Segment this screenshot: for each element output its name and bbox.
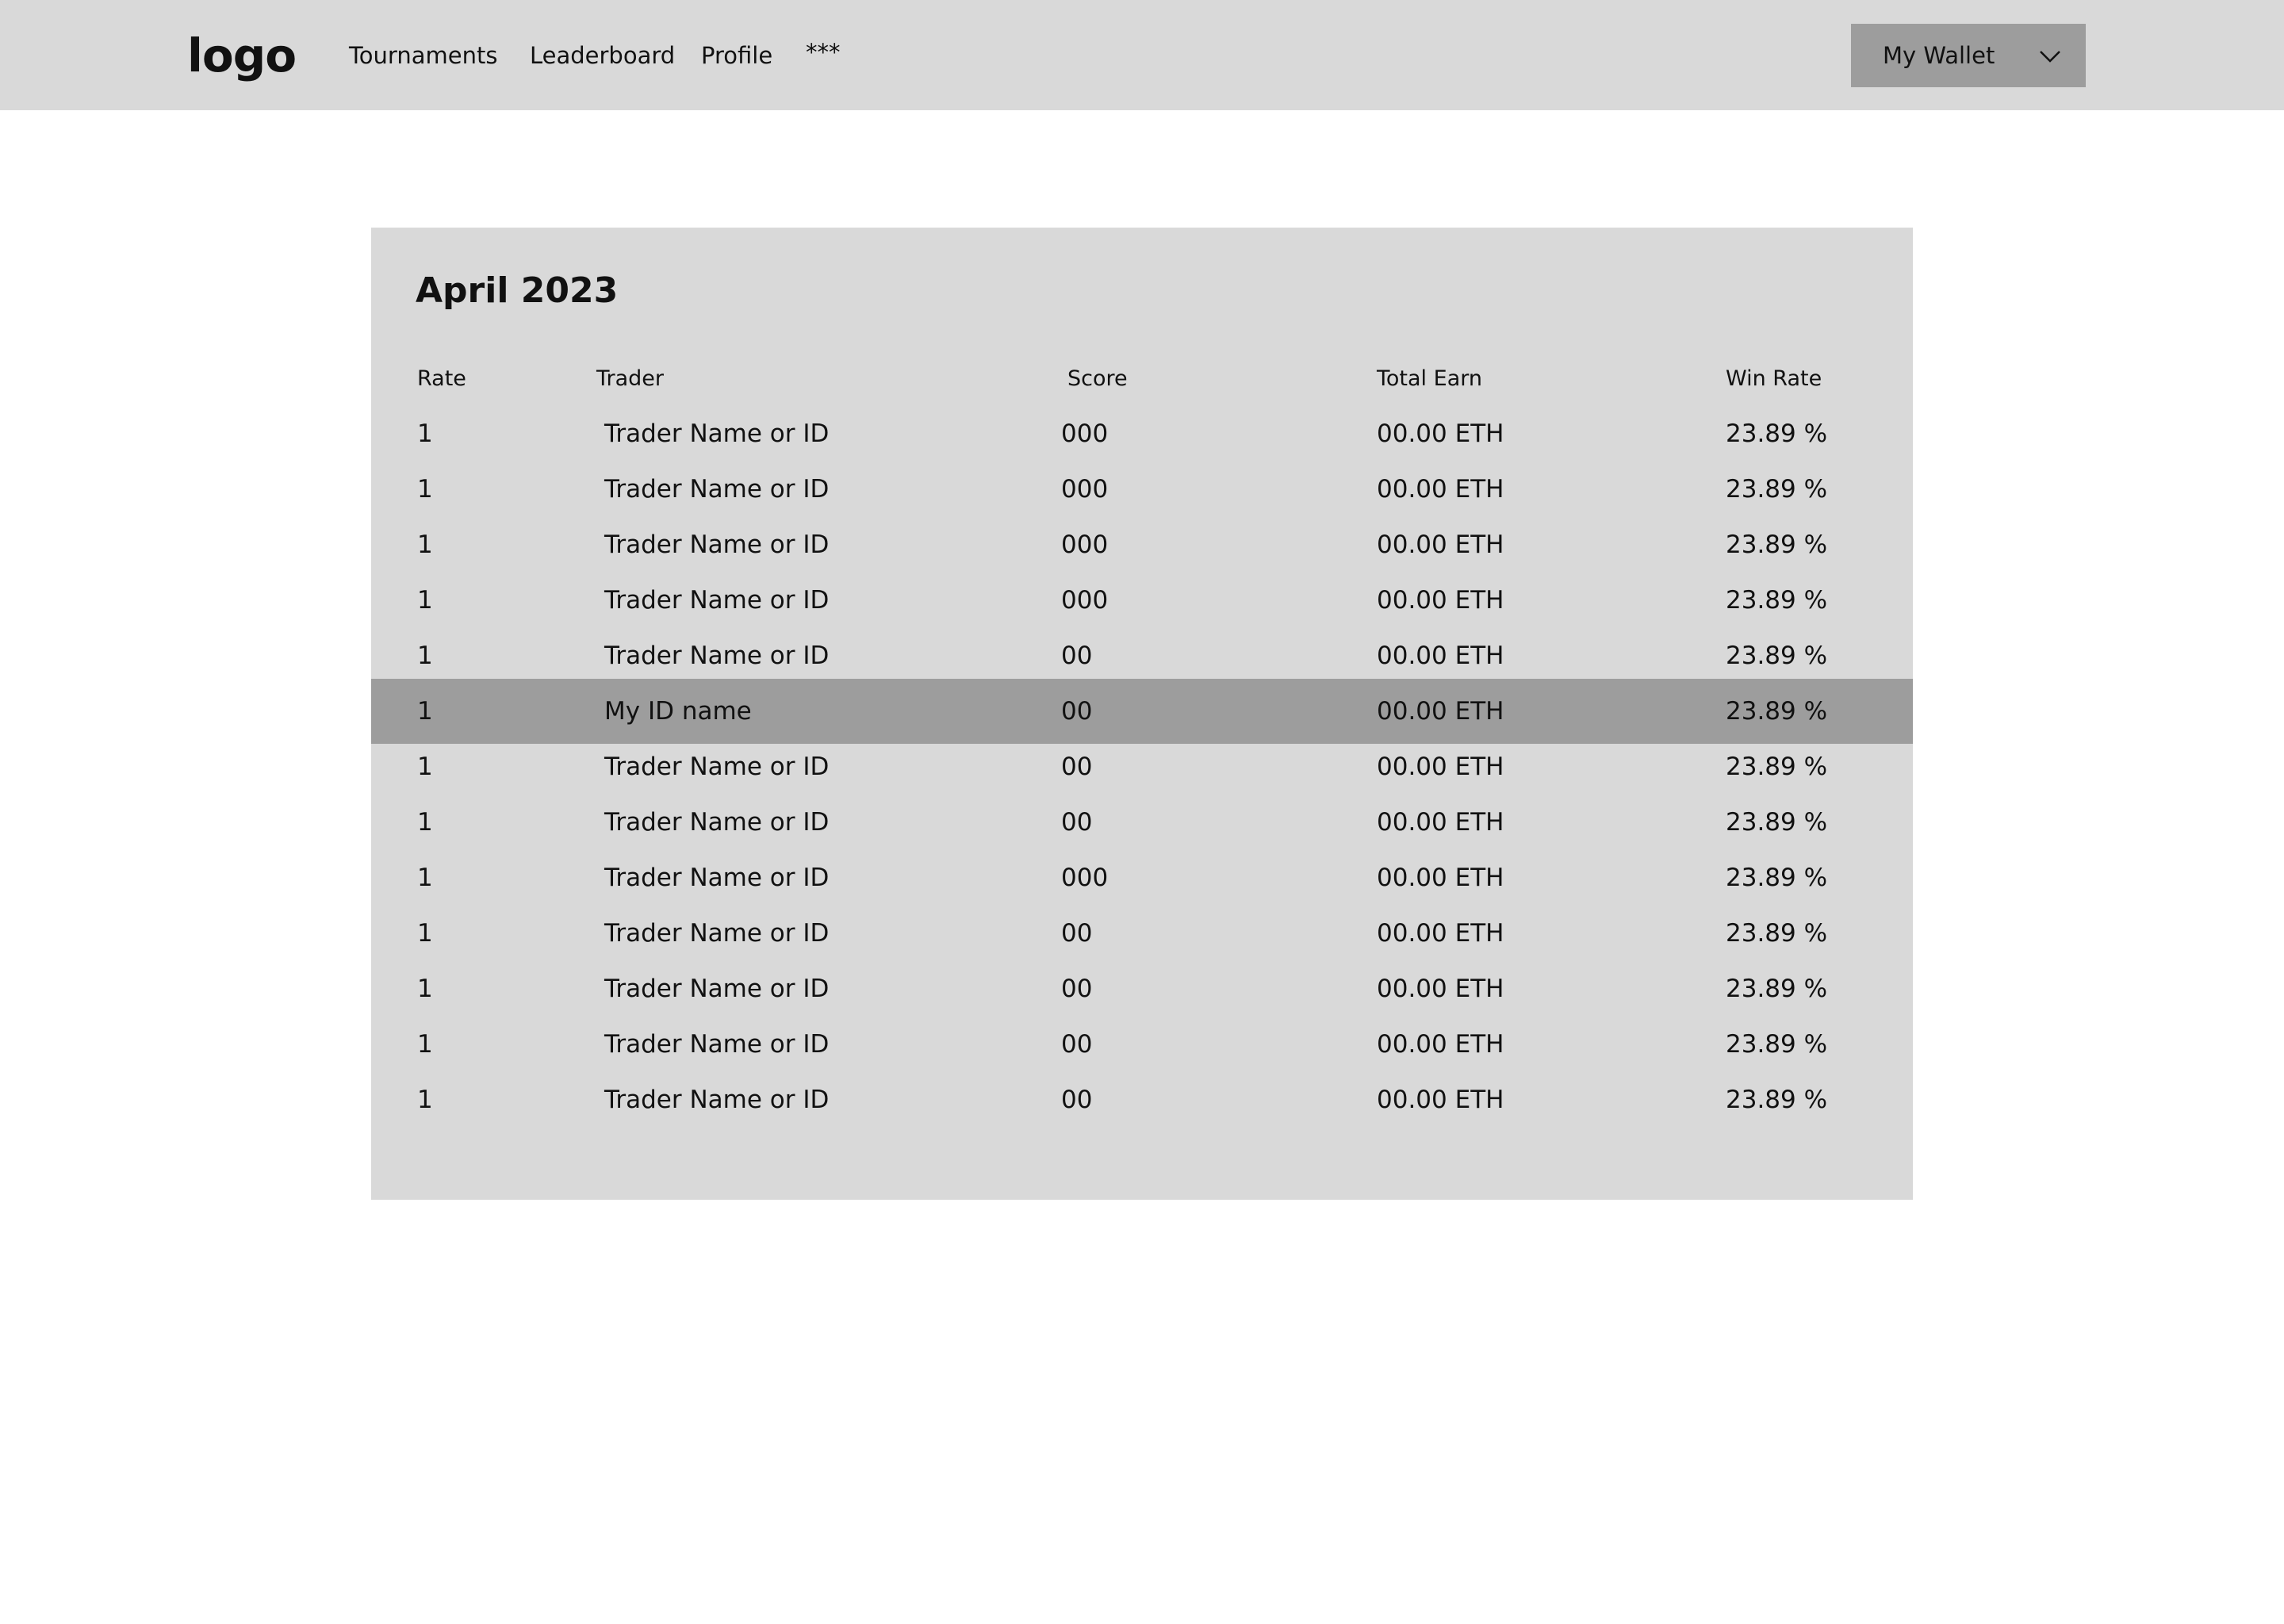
- trader-cell: My ID name: [604, 697, 752, 726]
- score-cell: 000: [1061, 864, 1109, 892]
- rate-cell: 1: [417, 753, 433, 781]
- rate-cell: 1: [417, 642, 433, 670]
- trader-cell: Trader Name or ID: [604, 642, 830, 670]
- column-header-rate: Rate: [417, 366, 466, 391]
- trader-cell: Trader Name or ID: [604, 1086, 830, 1114]
- rate-cell: 1: [417, 864, 433, 892]
- nav-profile[interactable]: Profile: [701, 40, 772, 71]
- nav-leaderboard[interactable]: Leaderboard: [530, 40, 675, 71]
- score-cell: 00: [1061, 642, 1093, 670]
- wallet-dropdown[interactable]: My Wallet: [1851, 24, 2086, 87]
- win-rate-cell: 23.89 %: [1726, 864, 1828, 892]
- table-row[interactable]: 1 Trader Name or ID 00 00.00 ETH 23.89 %: [371, 739, 1913, 795]
- nav-more[interactable]: ***: [806, 36, 841, 68]
- total-earn-cell: 00.00 ETH: [1377, 1030, 1504, 1059]
- trader-cell: Trader Name or ID: [604, 864, 830, 892]
- wallet-label: My Wallet: [1883, 42, 1995, 69]
- total-earn-cell: 00.00 ETH: [1377, 697, 1504, 726]
- total-earn-cell: 00.00 ETH: [1377, 975, 1504, 1003]
- total-earn-cell: 00.00 ETH: [1377, 530, 1504, 559]
- win-rate-cell: 23.89 %: [1726, 475, 1828, 504]
- table-row[interactable]: 1 Trader Name or ID 000 00.00 ETH 23.89 %: [371, 406, 1913, 462]
- win-rate-cell: 23.89 %: [1726, 975, 1828, 1003]
- table-row[interactable]: 1 Trader Name or ID 00 00.00 ETH 23.89 %: [371, 628, 1913, 684]
- column-header-score: Score: [1067, 366, 1128, 391]
- win-rate-cell: 23.89 %: [1726, 1086, 1828, 1114]
- table-row[interactable]: 1 Trader Name or ID 00 00.00 ETH 23.89 %: [371, 906, 1913, 961]
- win-rate-cell: 23.89 %: [1726, 808, 1828, 837]
- table-row-current-user[interactable]: 1 My ID name 00 00.00 ETH 23.89 %: [371, 679, 1913, 744]
- leaderboard-table: 1 Trader Name or ID 000 00.00 ETH 23.89 % 1 Tr…: [371, 406, 1913, 1128]
- win-rate-cell: 23.89 %: [1726, 530, 1828, 559]
- total-earn-cell: 00.00 ETH: [1377, 753, 1504, 781]
- rate-cell: 1: [417, 1030, 433, 1059]
- score-cell: 000: [1061, 530, 1109, 559]
- trader-cell: Trader Name or ID: [604, 419, 830, 448]
- rate-cell: 1: [417, 1086, 433, 1114]
- table-row[interactable]: 1 Trader Name or ID 00 00.00 ETH 23.89 %: [371, 961, 1913, 1017]
- total-earn-cell: 00.00 ETH: [1377, 586, 1504, 615]
- score-cell: 000: [1061, 475, 1109, 504]
- score-cell: 00: [1061, 975, 1093, 1003]
- logo[interactable]: logo: [187, 29, 297, 82]
- win-rate-cell: 23.89 %: [1726, 919, 1828, 948]
- chevron-down-icon: [2040, 51, 2060, 63]
- rate-cell: 1: [417, 975, 433, 1003]
- trader-cell: Trader Name or ID: [604, 975, 830, 1003]
- trader-cell: Trader Name or ID: [604, 1030, 830, 1059]
- table-row[interactable]: 1 Trader Name or ID 00 00.00 ETH 23.89 %: [371, 1017, 1913, 1072]
- total-earn-cell: 00.00 ETH: [1377, 642, 1504, 670]
- column-header-total-earn: Total Earn: [1377, 366, 1482, 391]
- total-earn-cell: 00.00 ETH: [1377, 419, 1504, 448]
- total-earn-cell: 00.00 ETH: [1377, 919, 1504, 948]
- column-header-trader: Trader: [596, 366, 665, 391]
- total-earn-cell: 00.00 ETH: [1377, 808, 1504, 837]
- win-rate-cell: 23.89 %: [1726, 753, 1828, 781]
- score-cell: 00: [1061, 753, 1093, 781]
- leaderboard-card: April 2023 Rate Trader Score Total Earn …: [371, 228, 1913, 1200]
- total-earn-cell: 00.00 ETH: [1377, 864, 1504, 892]
- table-row[interactable]: 1 Trader Name or ID 000 00.00 ETH 23.89 %: [371, 462, 1913, 517]
- trader-cell: Trader Name or ID: [604, 475, 830, 504]
- leaderboard-title: April 2023: [416, 270, 619, 311]
- score-cell: 00: [1061, 919, 1093, 948]
- win-rate-cell: 23.89 %: [1726, 1030, 1828, 1059]
- trader-cell: Trader Name or ID: [604, 919, 830, 948]
- score-cell: 000: [1061, 419, 1109, 448]
- total-earn-cell: 00.00 ETH: [1377, 1086, 1504, 1114]
- win-rate-cell: 23.89 %: [1726, 419, 1828, 448]
- rate-cell: 1: [417, 919, 433, 948]
- rate-cell: 1: [417, 419, 433, 448]
- table-row[interactable]: 1 Trader Name or ID 00 00.00 ETH 23.89 %: [371, 795, 1913, 850]
- score-cell: 000: [1061, 586, 1109, 615]
- rate-cell: 1: [417, 530, 433, 559]
- table-row[interactable]: 1 Trader Name or ID 000 00.00 ETH 23.89 %: [371, 573, 1913, 628]
- rate-cell: 1: [417, 475, 433, 504]
- win-rate-cell: 23.89 %: [1726, 642, 1828, 670]
- top-header: logo Tournaments Leaderboard Profile ***…: [0, 0, 2284, 110]
- score-cell: 00: [1061, 1086, 1093, 1114]
- table-row[interactable]: 1 Trader Name or ID 00 00.00 ETH 23.89 %: [371, 1072, 1913, 1128]
- score-cell: 00: [1061, 697, 1093, 726]
- score-cell: 00: [1061, 808, 1093, 837]
- trader-cell: Trader Name or ID: [604, 808, 830, 837]
- trader-cell: Trader Name or ID: [604, 586, 830, 615]
- rate-cell: 1: [417, 586, 433, 615]
- table-row[interactable]: 1 Trader Name or ID 000 00.00 ETH 23.89 %: [371, 850, 1913, 906]
- score-cell: 00: [1061, 1030, 1093, 1059]
- rate-cell: 1: [417, 808, 433, 837]
- win-rate-cell: 23.89 %: [1726, 697, 1828, 726]
- nav-tournaments[interactable]: Tournaments: [349, 40, 497, 71]
- table-row[interactable]: 1 Trader Name or ID 000 00.00 ETH 23.89 %: [371, 517, 1913, 573]
- rate-cell: 1: [417, 697, 433, 726]
- win-rate-cell: 23.89 %: [1726, 586, 1828, 615]
- trader-cell: Trader Name or ID: [604, 530, 830, 559]
- column-header-win-rate: Win Rate: [1726, 366, 1822, 391]
- trader-cell: Trader Name or ID: [604, 753, 830, 781]
- total-earn-cell: 00.00 ETH: [1377, 475, 1504, 504]
